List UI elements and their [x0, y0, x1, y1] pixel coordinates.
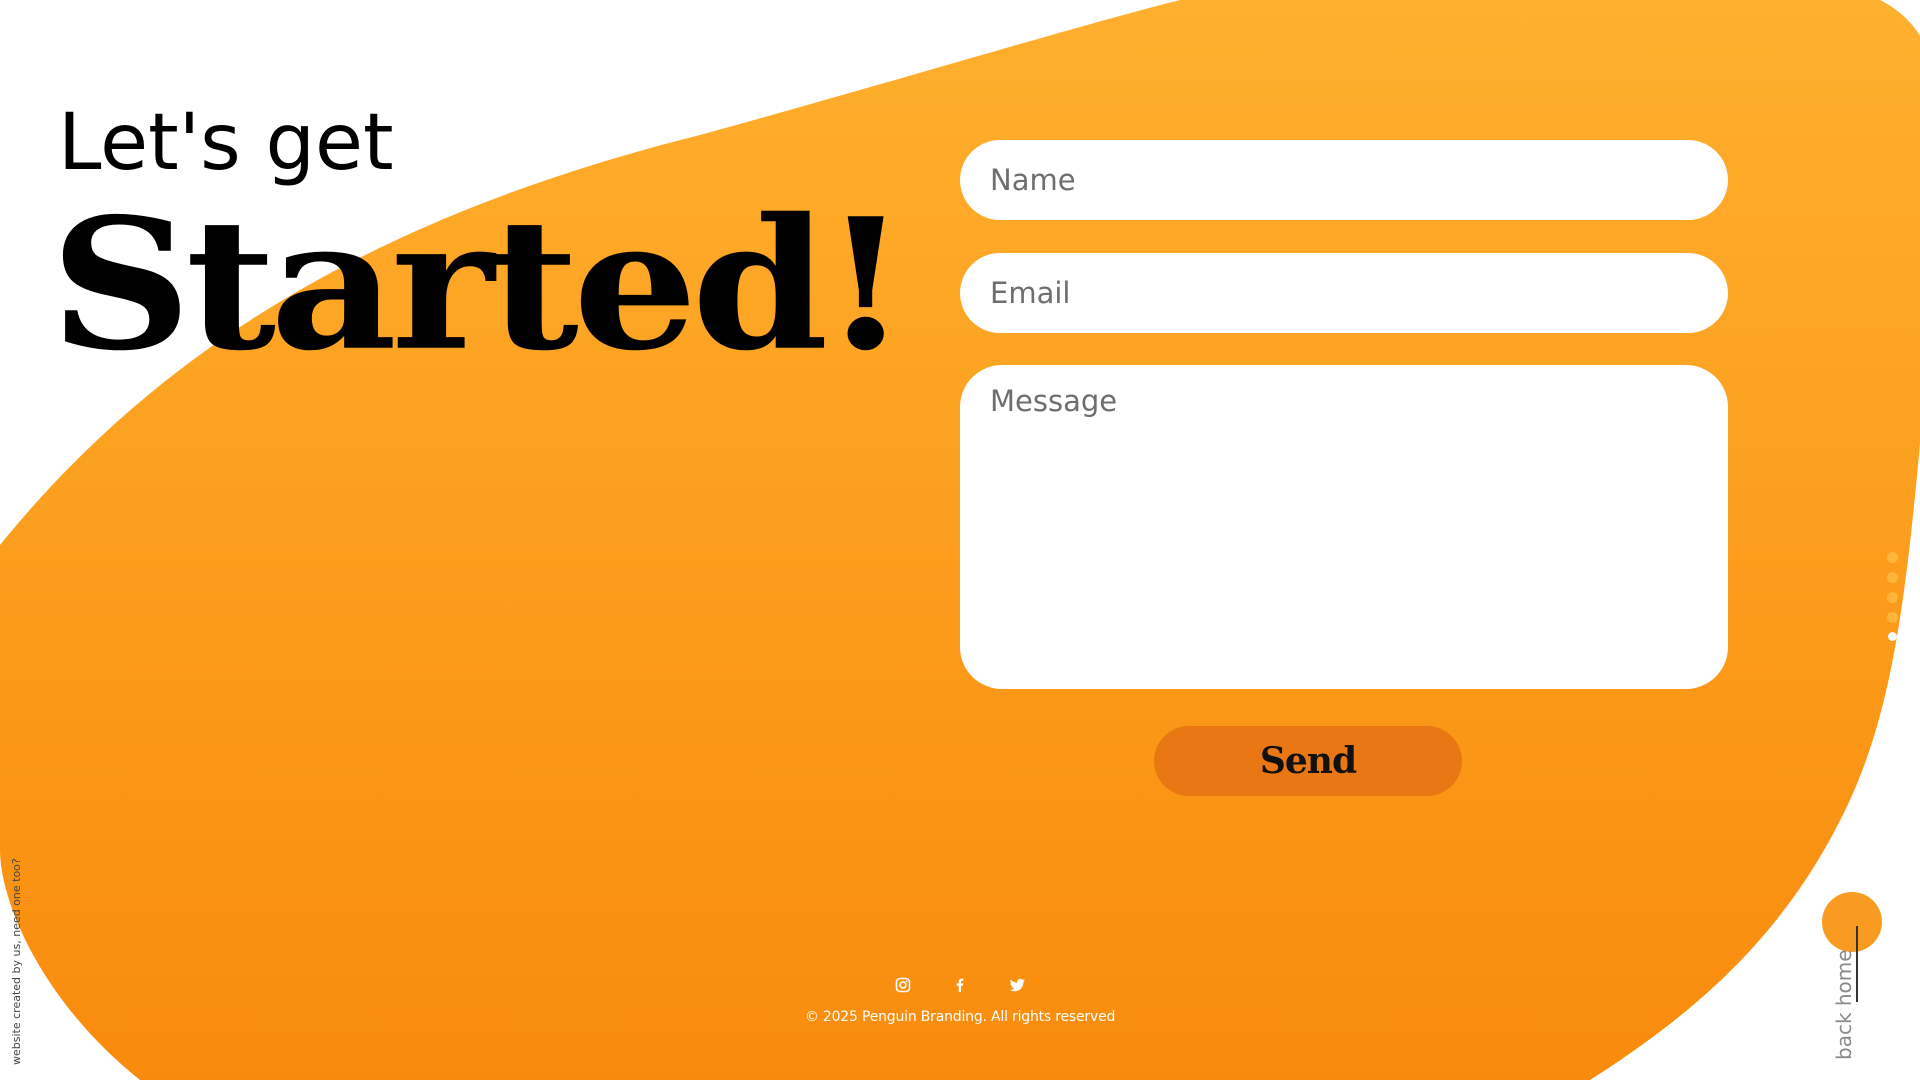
- contact-page: Let's get Started! Send website created …: [0, 0, 1920, 1080]
- back-home-button[interactable]: back home: [1820, 890, 1920, 1060]
- back-home-line: [1856, 926, 1858, 1002]
- section-nav-dot[interactable]: [1886, 552, 1898, 563]
- send-button[interactable]: Send: [1154, 726, 1462, 796]
- section-nav-dot[interactable]: [1886, 592, 1898, 603]
- social-links: [890, 972, 1030, 998]
- copyright-text: © 2025 Penguin Branding. All rights rese…: [804, 1009, 1116, 1025]
- back-home-label: back home: [1832, 949, 1856, 1060]
- section-nav-dot-active[interactable]: [1887, 632, 1897, 641]
- heading-lets-get: Let's get: [58, 98, 394, 188]
- credit-link[interactable]: website created by us, need one too?: [10, 858, 23, 1065]
- twitter-icon: [1009, 978, 1025, 992]
- back-home-circle: [1822, 892, 1882, 952]
- instagram-icon: [895, 977, 911, 993]
- facebook-link[interactable]: [947, 972, 973, 998]
- section-nav-dots: [1886, 552, 1898, 641]
- section-nav-dot[interactable]: [1886, 572, 1898, 583]
- heading-started: Started!: [50, 179, 909, 391]
- name-input[interactable]: [960, 140, 1728, 220]
- email-input[interactable]: [960, 253, 1728, 333]
- facebook-icon: [956, 978, 964, 992]
- section-nav-dot[interactable]: [1886, 612, 1898, 623]
- twitter-link[interactable]: [1004, 972, 1030, 998]
- message-textarea[interactable]: [960, 365, 1728, 689]
- instagram-link[interactable]: [890, 972, 916, 998]
